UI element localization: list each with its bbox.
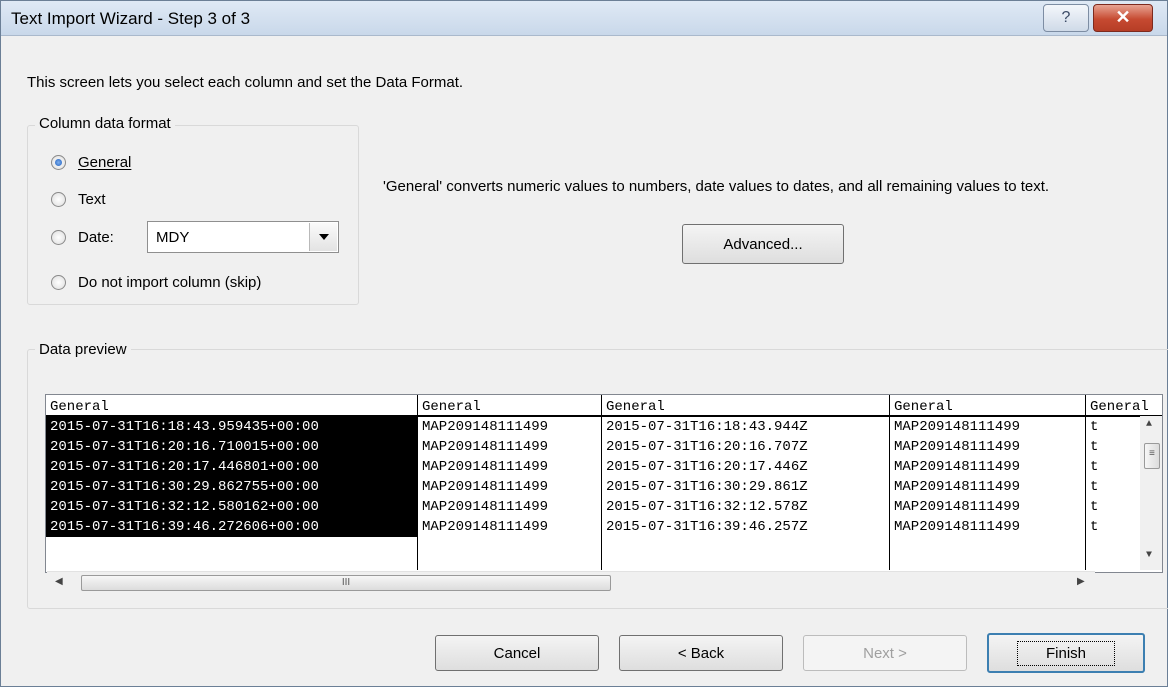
down-arrow-icon[interactable]: ▼ [1146,550,1152,561]
help-button[interactable]: ? [1043,4,1089,32]
table-cell: MAP209148111499 [422,439,549,455]
table-cell: 2015-07-31T16:39:46.272606+00:00 [46,517,417,537]
finish-button-label: Finish [1016,640,1115,666]
column-header[interactable]: General [602,395,889,417]
table-cell: 2015-07-31T16:20:17.446801+00:00 [46,457,417,477]
scroll-grip: III [341,577,351,588]
table-cell: 2015-07-31T16:18:43.944Z [606,419,808,435]
next-button[interactable]: Next > [803,635,967,671]
window-title: Text Import Wizard - Step 3 of 3 [11,9,251,28]
finish-button[interactable]: Finish [987,633,1145,673]
table-cell: 2015-07-31T16:39:46.257Z [606,519,808,535]
left-arrow-icon[interactable]: ◀ [55,576,63,587]
radio-general[interactable]: General [51,154,131,171]
data-preview-legend: Data preview [35,341,131,358]
date-format-value: MDY [156,229,190,246]
preview-column-3[interactable]: General 2015-07-31T16:18:43.944Z 2015-07… [602,395,889,570]
table-cell: MAP209148111499 [894,459,1021,475]
table-cell: MAP209148111499 [422,419,549,435]
back-button[interactable]: < Back [619,635,783,671]
table-cell: 2015-07-31T16:18:43.959435+00:00 [46,417,417,437]
table-cell: 2015-07-31T16:32:12.578Z [606,499,808,515]
intro-text: This screen lets you select each column … [27,74,464,91]
table-cell: MAP209148111499 [894,519,1021,535]
table-cell: MAP209148111499 [422,479,549,495]
chevron-down-icon[interactable] [309,223,337,251]
table-cell: MAP209148111499 [894,499,1021,515]
right-arrow-icon[interactable]: ▶ [1077,576,1085,587]
radio-date[interactable]: Date: [51,229,114,246]
radio-skip-label: Do not import column (skip) [78,274,262,291]
table-cell: 2015-07-31T16:30:29.862755+00:00 [46,477,417,497]
vertical-scroll-thumb[interactable]: ≡ [1144,443,1160,469]
table-cell: MAP209148111499 [894,479,1021,495]
radio-text[interactable]: Text [51,191,106,208]
radio-skip-icon[interactable] [51,275,66,290]
vertical-scrollbar[interactable]: ▲ ≡ ▼ [1140,416,1162,570]
preview-column-2[interactable]: General MAP209148111499 MAP209148111499 … [418,395,601,570]
cancel-button[interactable]: Cancel [435,635,599,671]
horizontal-scrollbar[interactable]: ◀ III ▶ [47,571,1095,594]
table-cell: 2015-07-31T16:20:16.707Z [606,439,808,455]
table-cell: MAP209148111499 [894,439,1021,455]
date-format-select[interactable]: MDY [147,221,339,253]
radio-date-label: Date: [78,229,114,246]
table-cell: MAP209148111499 [422,499,549,515]
close-button[interactable]: ✕ [1093,4,1153,32]
preview-column-4[interactable]: General MAP209148111499 MAP209148111499 … [890,395,1085,570]
horizontal-scroll-thumb[interactable]: III [81,575,611,591]
table-cell: MAP209148111499 [422,459,549,475]
table-cell: MAP209148111499 [422,519,549,535]
data-preview-table[interactable]: General 2015-07-31T16:18:43.959435+00:00… [45,394,1163,573]
up-arrow-icon[interactable]: ▲ [1146,419,1152,430]
column-header[interactable]: General [1086,395,1162,417]
radio-general-icon[interactable] [51,155,66,170]
radio-text-icon[interactable] [51,192,66,207]
column-header[interactable]: General [890,395,1085,417]
advanced-button[interactable]: Advanced... [682,224,844,264]
preview-column-1[interactable]: General 2015-07-31T16:18:43.959435+00:00… [46,395,417,570]
title-bar[interactable]: Text Import Wizard - Step 3 of 3 ? ✕ [1,1,1167,36]
table-cell: 2015-07-31T16:20:16.710015+00:00 [46,437,417,457]
column-format-legend: Column data format [35,115,175,132]
column-header[interactable]: General [46,395,417,417]
radio-skip[interactable]: Do not import column (skip) [51,274,261,291]
table-cell: 2015-07-31T16:30:29.861Z [606,479,808,495]
radio-date-icon[interactable] [51,230,66,245]
format-description: 'General' converts numeric values to num… [383,178,1050,195]
table-cell: 2015-07-31T16:32:12.580162+00:00 [46,497,417,517]
radio-text-label: Text [78,191,106,208]
radio-general-label: General [78,154,132,171]
table-cell: 2015-07-31T16:20:17.446Z [606,459,808,475]
table-cell: MAP209148111499 [894,419,1021,435]
column-header[interactable]: General [418,395,601,417]
dialog-window: Text Import Wizard - Step 3 of 3 ? ✕ Thi… [0,0,1168,687]
